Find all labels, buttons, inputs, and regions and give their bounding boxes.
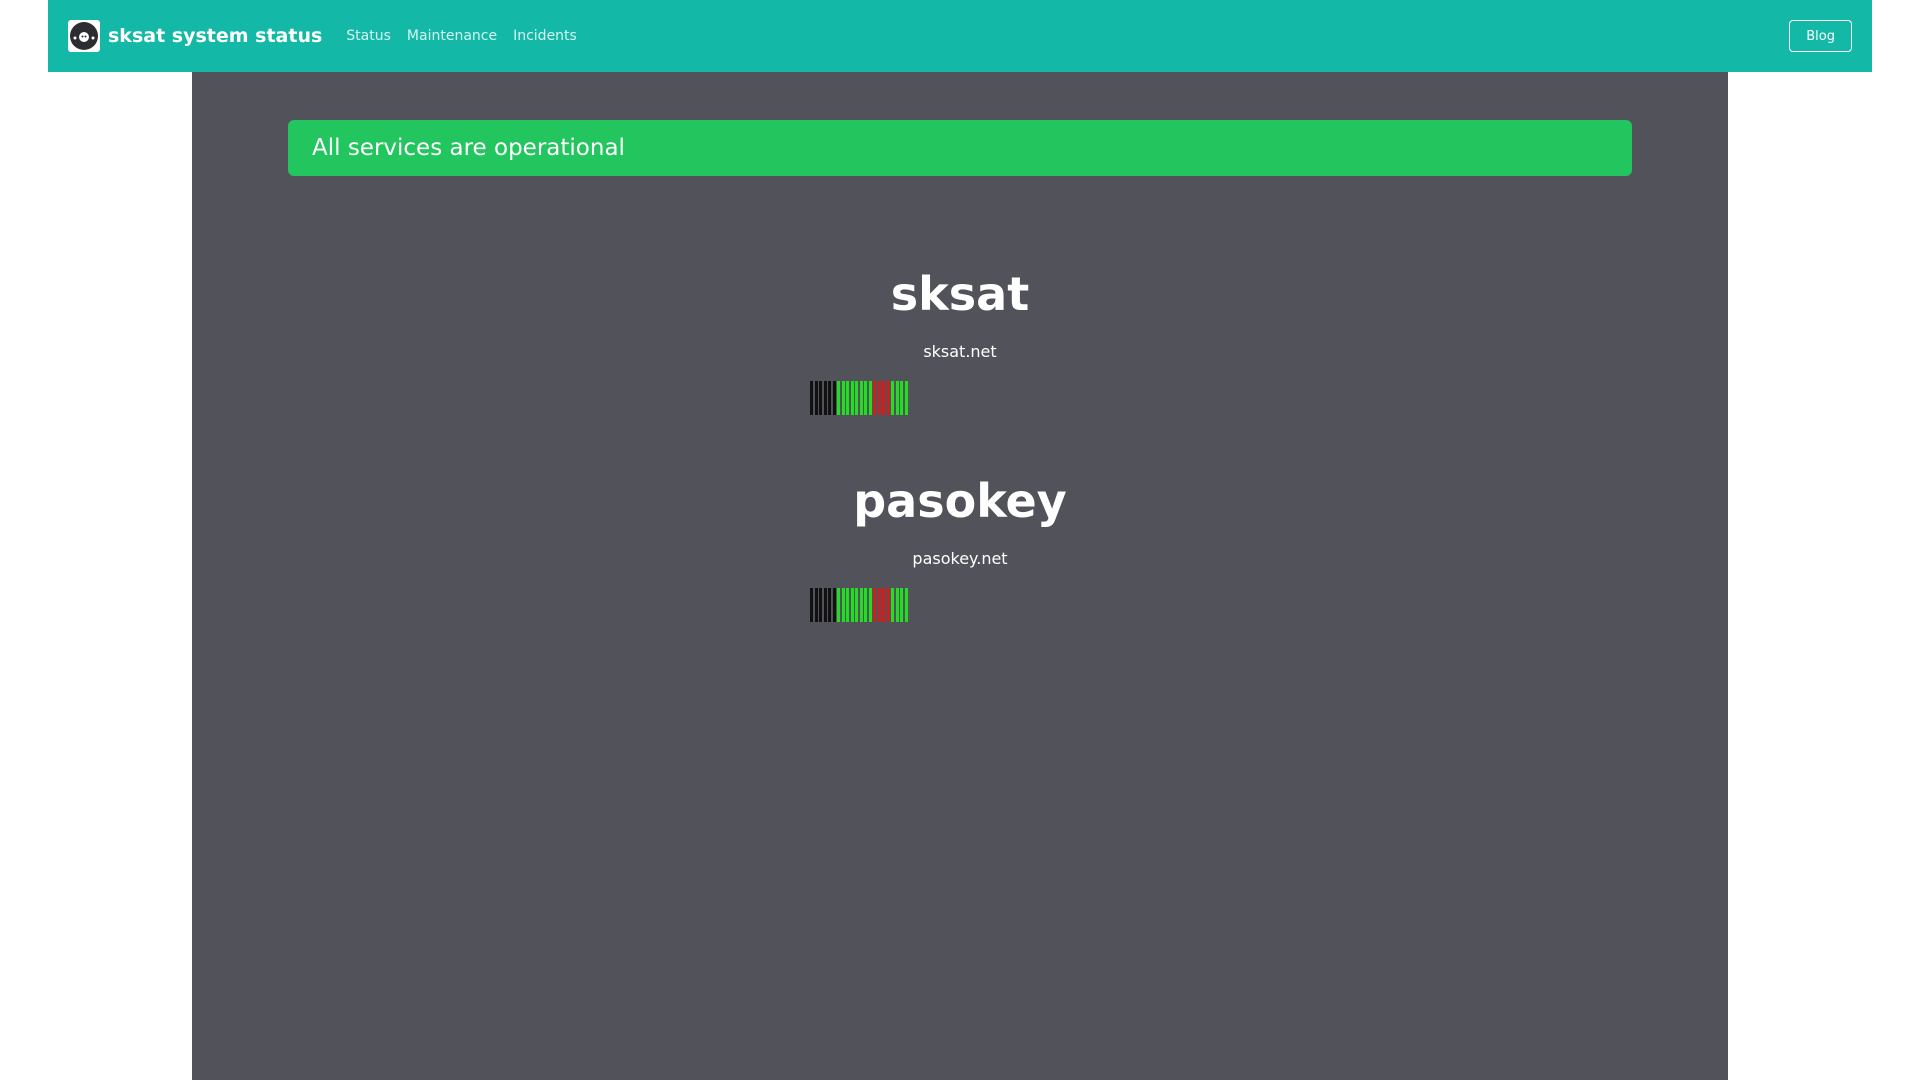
uptime-bar-down[interactable] bbox=[877, 381, 881, 415]
uptime-bar-down[interactable] bbox=[873, 588, 876, 622]
uptime-bar-up[interactable] bbox=[904, 381, 908, 415]
uptime-bar-down[interactable] bbox=[886, 381, 890, 415]
uptime-bar-unknown[interactable] bbox=[810, 588, 813, 622]
blog-button[interactable]: Blog bbox=[1789, 20, 1852, 52]
uptime-bar-up[interactable] bbox=[895, 588, 899, 622]
uptime-bar-unknown[interactable] bbox=[814, 381, 818, 415]
nav-link-maintenance[interactable]: Maintenance bbox=[407, 28, 497, 44]
uptime-bar-down[interactable] bbox=[882, 381, 885, 415]
uptime-bar-up[interactable] bbox=[850, 381, 854, 415]
service-name: sksat bbox=[890, 267, 1030, 321]
uptime-bar-down[interactable] bbox=[873, 381, 876, 415]
nav-links: Status Maintenance Incidents bbox=[346, 28, 593, 44]
uptime-bar-unknown[interactable] bbox=[814, 588, 818, 622]
nav-link-status[interactable]: Status bbox=[346, 28, 391, 44]
uptime-bar-unknown[interactable] bbox=[819, 381, 822, 415]
uptime-bar-down[interactable] bbox=[877, 588, 881, 622]
uptime-bar-up[interactable] bbox=[855, 381, 858, 415]
uptime-bar-up[interactable] bbox=[846, 381, 849, 415]
uptime-history-bars bbox=[810, 588, 909, 622]
uptime-history-bars bbox=[810, 381, 909, 415]
uptime-bar-up[interactable] bbox=[900, 381, 903, 415]
uptime-bar-up[interactable] bbox=[837, 588, 840, 622]
uptime-bar-unknown[interactable] bbox=[819, 588, 822, 622]
brand-title: sksat system status bbox=[108, 25, 323, 47]
uptime-bar-up[interactable] bbox=[895, 381, 899, 415]
uptime-bar-unknown[interactable] bbox=[823, 381, 827, 415]
status-banner: All services are operational bbox=[288, 120, 1632, 176]
uptime-bar-up[interactable] bbox=[859, 381, 863, 415]
avatar-icon bbox=[68, 20, 100, 52]
uptime-bar-up[interactable] bbox=[868, 588, 872, 622]
uptime-bar-unknown[interactable] bbox=[832, 381, 836, 415]
uptime-bar-unknown[interactable] bbox=[832, 588, 836, 622]
uptime-bar-unknown[interactable] bbox=[828, 588, 831, 622]
service-domain: pasokey.net bbox=[912, 549, 1008, 568]
uptime-bar-up[interactable] bbox=[868, 381, 872, 415]
uptime-bar-unknown[interactable] bbox=[823, 588, 827, 622]
service-domain: sksat.net bbox=[923, 342, 997, 361]
uptime-bar-down[interactable] bbox=[882, 588, 885, 622]
nav-link-incidents[interactable]: Incidents bbox=[513, 28, 577, 44]
service-name: pasokey bbox=[853, 474, 1067, 528]
service-card: sksat sksat.net bbox=[192, 266, 1728, 362]
uptime-bar-down[interactable] bbox=[886, 588, 890, 622]
service-card: pasokey pasokey.net bbox=[192, 473, 1728, 569]
uptime-bar-up[interactable] bbox=[891, 381, 894, 415]
uptime-bar-up[interactable] bbox=[837, 381, 840, 415]
uptime-bar-up[interactable] bbox=[850, 588, 854, 622]
uptime-bar-up[interactable] bbox=[864, 381, 867, 415]
uptime-bar-up[interactable] bbox=[841, 588, 845, 622]
status-banner-text: All services are operational bbox=[312, 135, 625, 161]
uptime-bar-up[interactable] bbox=[891, 588, 894, 622]
uptime-bar-unknown[interactable] bbox=[828, 381, 831, 415]
uptime-bar-up[interactable] bbox=[846, 588, 849, 622]
uptime-bar-up[interactable] bbox=[904, 588, 908, 622]
top-navbar: sksat system status Status Maintenance I… bbox=[48, 0, 1872, 72]
brand-link[interactable]: sksat system status bbox=[68, 20, 322, 52]
uptime-bar-up[interactable] bbox=[864, 588, 867, 622]
uptime-bar-up[interactable] bbox=[859, 588, 863, 622]
uptime-bar-up[interactable] bbox=[841, 381, 845, 415]
uptime-bar-unknown[interactable] bbox=[810, 381, 813, 415]
main-content: All services are operational sksat sksat… bbox=[192, 72, 1728, 1080]
uptime-bar-up[interactable] bbox=[900, 588, 903, 622]
uptime-bar-up[interactable] bbox=[855, 588, 858, 622]
